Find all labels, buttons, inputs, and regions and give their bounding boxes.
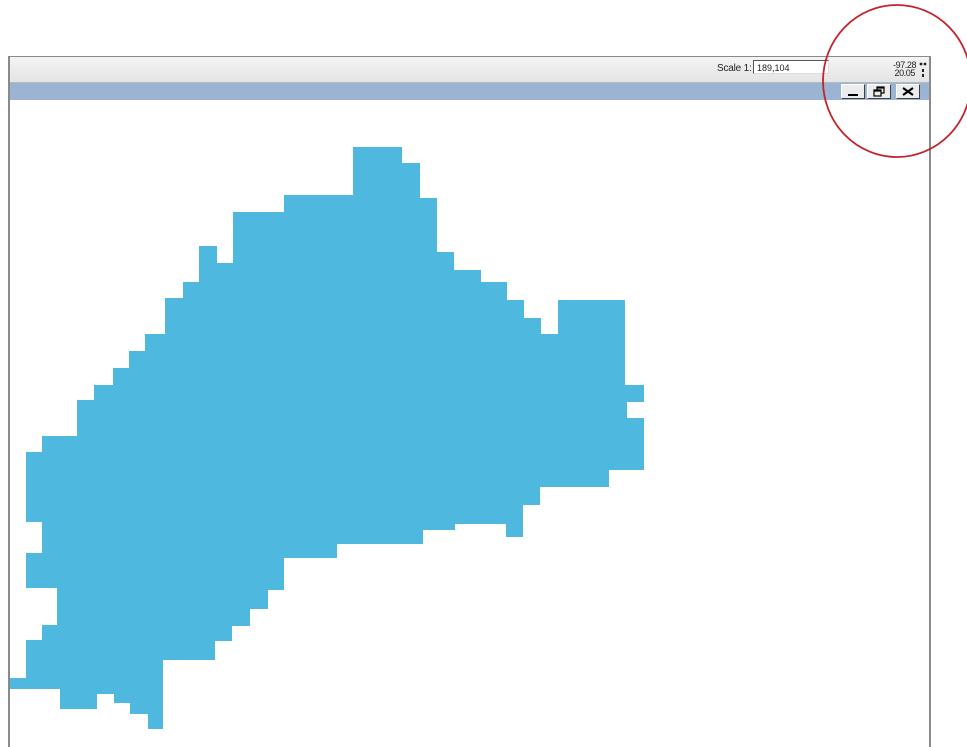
map-region-polygon[interactable] (10, 147, 644, 729)
coordinate-updown-icon[interactable] (920, 68, 926, 78)
coordinate-latitude: 20.05 (894, 68, 915, 78)
scale-label: Scale 1: (717, 63, 752, 74)
coordinate-format-icon[interactable] (919, 60, 927, 68)
restore-icon (873, 86, 885, 97)
screenshot-stage: Scale 1: 189,104 -97.28 20.05 (0, 0, 967, 747)
close-button[interactable] (896, 84, 920, 99)
close-icon (902, 87, 914, 96)
minimize-button[interactable] (841, 84, 865, 99)
title-bar (10, 83, 929, 100)
minimize-icon (848, 94, 858, 96)
status-bar: Scale 1: 189,104 -97.28 20.05 (10, 57, 929, 83)
restore-button[interactable] (867, 84, 891, 99)
map-canvas[interactable] (10, 100, 929, 747)
map-window: Scale 1: 189,104 -97.28 20.05 (8, 56, 931, 747)
scale-input[interactable]: 189,104 (753, 60, 829, 74)
coordinate-readout: -97.28 20.05 (893, 61, 917, 78)
